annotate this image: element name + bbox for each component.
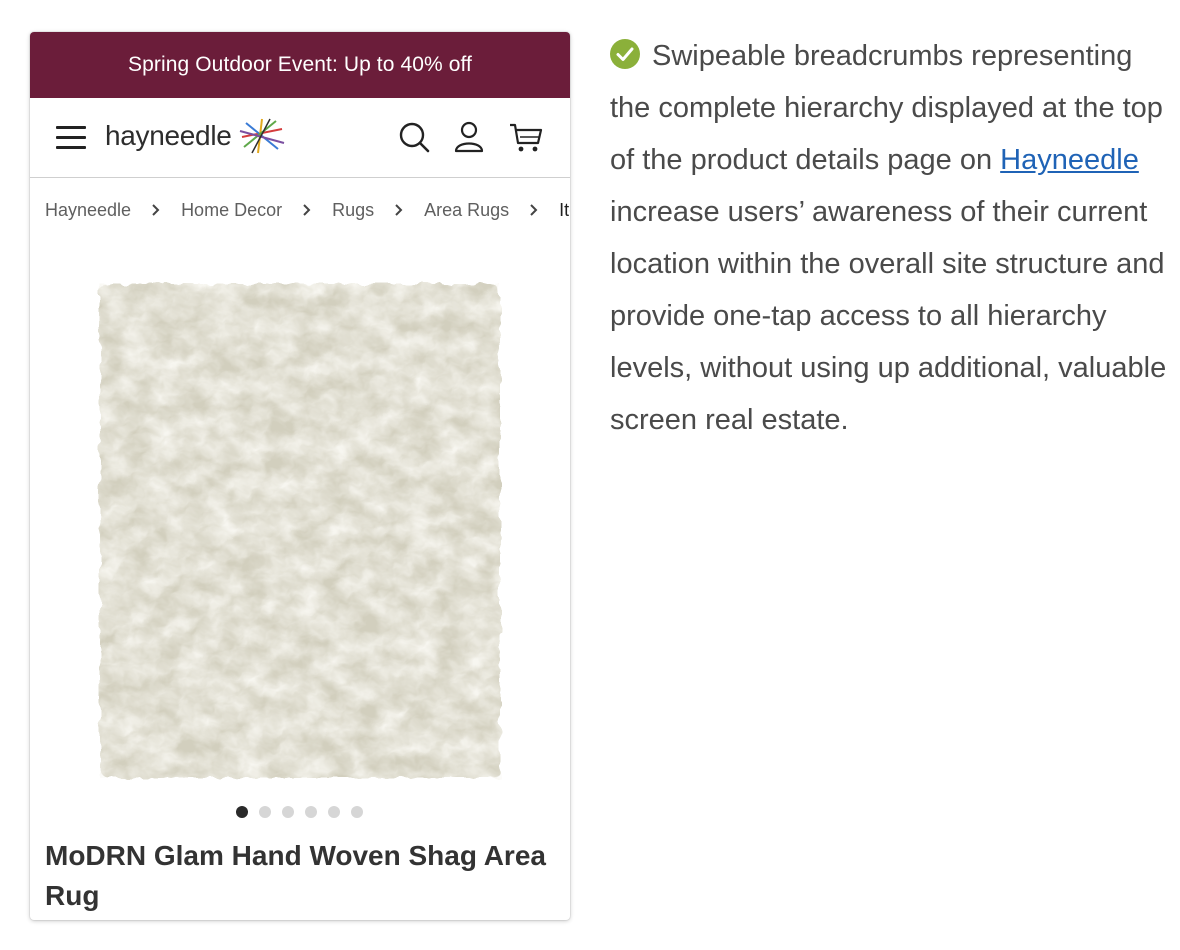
breadcrumb-item-rugs[interactable]: Rugs (332, 200, 374, 221)
breadcrumb-item-home-decor[interactable]: Home Decor (181, 200, 282, 221)
breadcrumb-item-hayneedle[interactable]: Hayneedle (45, 200, 131, 221)
search-icon[interactable] (396, 119, 432, 155)
image-carousel-dots (236, 806, 363, 818)
carousel-dot[interactable] (351, 806, 363, 818)
chevron-right-icon (529, 203, 539, 217)
cart-icon[interactable] (508, 119, 544, 155)
promo-banner[interactable]: Spring Outdoor Event: Up to 40% off (30, 32, 570, 98)
check-circle-icon (610, 39, 640, 69)
annotation-text-end: increase users’ awareness of their curre… (610, 196, 1167, 436)
menu-icon[interactable] (54, 124, 88, 150)
breadcrumb-item-current[interactable]: Ite (559, 200, 570, 221)
promo-text: Spring Outdoor Event: Up to 40% off (128, 53, 472, 76)
chevron-right-icon (151, 203, 161, 217)
rug-image[interactable] (94, 276, 506, 782)
chevron-right-icon (394, 203, 404, 217)
annotation-text: Swipeable breadcrumbs representing the c… (610, 30, 1170, 446)
product-title: MoDRN Glam Hand Woven Shag Area Rug (45, 840, 546, 911)
site-logo[interactable]: hayneedle (105, 116, 286, 156)
carousel-dot[interactable] (236, 806, 248, 818)
site-header: hayneedle (30, 98, 570, 178)
logo-text: hayneedle (105, 120, 232, 151)
carousel-dot[interactable] (328, 806, 340, 818)
breadcrumb[interactable]: Hayneedle Home Decor Rugs Area Rugs Ite (30, 178, 570, 242)
breadcrumb-item-area-rugs[interactable]: Area Rugs (424, 200, 509, 221)
needles-logo-icon (239, 118, 284, 154)
carousel-dot[interactable] (259, 806, 271, 818)
carousel-dot[interactable] (305, 806, 317, 818)
mobile-screenshot: Spring Outdoor Event: Up to 40% off hayn… (30, 32, 570, 920)
account-icon[interactable] (451, 119, 487, 155)
hayneedle-link[interactable]: Hayneedle (1000, 144, 1139, 176)
chevron-right-icon (302, 203, 312, 217)
carousel-dot[interactable] (282, 806, 294, 818)
